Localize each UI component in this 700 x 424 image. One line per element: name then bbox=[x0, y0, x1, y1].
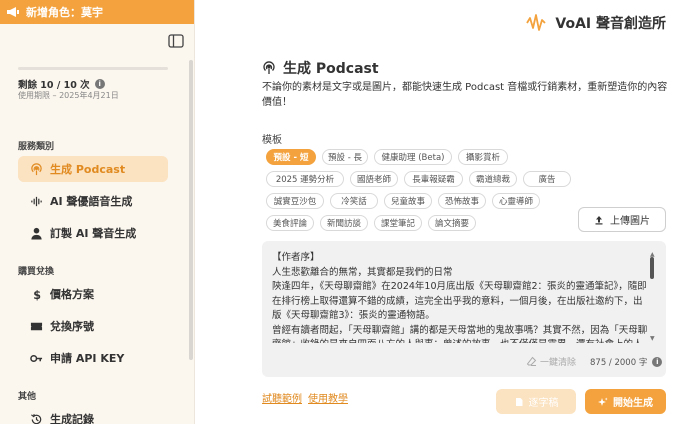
content-line: 人生悲歡離合的無常，其實都是我們的日常 bbox=[272, 266, 453, 278]
tutorial-link[interactable]: 使用教學 bbox=[308, 390, 348, 405]
voai-logo-icon bbox=[526, 14, 547, 31]
page-description: 不論你的素材是文字或是圖片，都能快速生成 Podcast 音檔或行銷素材，重新塑… bbox=[262, 82, 668, 108]
section-label-purchase: 購買兌換 bbox=[18, 267, 55, 277]
upload-image-button[interactable]: 上傳圖片 bbox=[578, 207, 666, 232]
waveform-icon bbox=[31, 196, 42, 206]
clear-text-label: 一鍵清除 bbox=[540, 358, 577, 368]
new-character-label: 新增角色：莫宇 bbox=[26, 6, 103, 19]
section-label-other: 其他 bbox=[18, 392, 37, 402]
history-icon bbox=[31, 413, 42, 424]
template-chip[interactable]: 論文摘要 bbox=[428, 215, 476, 231]
sidebar-item-api-key[interactable]: 申請 API KEY bbox=[18, 345, 168, 371]
ticket-icon bbox=[30, 322, 43, 330]
template-chip[interactable]: 霸道總裁 bbox=[469, 171, 517, 187]
template-chip[interactable]: 兒童故事 bbox=[384, 193, 432, 209]
char-count-text: 875 / 2000 字 bbox=[590, 358, 648, 368]
content-textarea[interactable]: 【作者序】 人生悲歡離合的無常，其實都是我們的日常 陝逢四年，《天母聊齋館》在2… bbox=[262, 241, 666, 377]
sidebar-item-label: 生成 Podcast bbox=[50, 163, 126, 176]
info-icon[interactable]: i bbox=[652, 357, 663, 367]
sidebar-item-label: 生成記錄 bbox=[50, 413, 94, 424]
sidebar-item-label: 價格方案 bbox=[50, 288, 94, 301]
brand-logo[interactable]: VoAI 聲音創造所 bbox=[525, 12, 666, 34]
sidebar-item-label: 兌換序號 bbox=[50, 320, 94, 333]
template-chip[interactable]: 廣告 bbox=[523, 171, 571, 187]
upload-icon bbox=[595, 215, 603, 224]
sidebar-item-label: AI 聲優語音生成 bbox=[50, 195, 133, 208]
template-chip[interactable]: 健康助理 (Beta) bbox=[374, 149, 452, 165]
eraser-icon bbox=[526, 356, 537, 366]
key-icon bbox=[30, 354, 43, 362]
transcript-button[interactable]: 逐字稿 bbox=[496, 389, 576, 414]
podcast-icon bbox=[263, 61, 275, 74]
sidebar-item-label: 申請 API KEY bbox=[50, 352, 125, 365]
template-chip[interactable]: 恐怖故事 bbox=[438, 193, 486, 209]
sidebar: 新增角色：莫宇 剩餘 10 / 10 次 i 使用期限 – 2025年4月21日… bbox=[0, 0, 195, 424]
template-chip[interactable]: 冷笑話 bbox=[330, 193, 378, 209]
sidebar-item-custom-voice[interactable]: 訂製 AI 聲音生成 bbox=[18, 220, 168, 246]
content-line: 曾經有讀者問起，「天母聊齋館」講的都是天母當地的鬼故事嗎？其實不然，因為「天母聊… bbox=[272, 324, 648, 344]
megaphone-icon bbox=[7, 7, 19, 17]
page-title: 生成 Podcast bbox=[262, 58, 379, 78]
svg-text:$: $ bbox=[33, 289, 41, 301]
start-generate-label: 開始生成 bbox=[613, 398, 653, 409]
template-chip[interactable]: 國語老師 bbox=[350, 171, 398, 187]
template-chip[interactable]: 預設 - 短 bbox=[266, 149, 316, 165]
sidebar-item-pricing[interactable]: $ 價格方案 bbox=[18, 281, 168, 307]
template-chip[interactable]: 美食評論 bbox=[266, 215, 314, 231]
transcript-label: 逐字稿 bbox=[528, 398, 559, 409]
template-chip[interactable]: 心靈導師 bbox=[492, 193, 540, 209]
textarea-scrollbar[interactable] bbox=[650, 257, 654, 279]
template-chip[interactable]: 預設 - 長 bbox=[322, 149, 368, 165]
sidebar-item-podcast[interactable]: 生成 Podcast bbox=[18, 156, 168, 182]
clear-text-button[interactable]: 一鍵清除 bbox=[526, 355, 576, 368]
page-title-text: 生成 Podcast bbox=[283, 61, 379, 77]
template-chip[interactable]: 長輩報疑霸 bbox=[404, 171, 463, 187]
sidebar-item-label: 訂製 AI 聲音生成 bbox=[50, 227, 137, 240]
content-line: 【作者序】 bbox=[272, 252, 320, 263]
sidebar-item-voice-generation[interactable]: AI 聲優語音生成 bbox=[18, 188, 168, 214]
sidebar-item-redeem[interactable]: 兌換序號 bbox=[18, 313, 168, 339]
upload-image-label: 上傳圖片 bbox=[610, 216, 650, 227]
brand-name: VoAI 聲音創造所 bbox=[555, 16, 666, 32]
expiry-date: 使用期限 – 2025年4月21日 bbox=[18, 91, 119, 100]
podcast-icon bbox=[31, 162, 42, 175]
start-generate-button[interactable]: 開始生成 bbox=[585, 389, 666, 414]
quota-text: 剩餘 10 / 10 次 i bbox=[18, 77, 105, 91]
template-chip[interactable]: 2025 運勢分析 bbox=[266, 171, 344, 187]
quota-progress-bar bbox=[18, 67, 168, 70]
template-chip[interactable]: 誠實豆沙包 bbox=[266, 193, 324, 209]
dollar-icon: $ bbox=[33, 289, 41, 301]
sparkle-icon bbox=[598, 397, 608, 406]
content-text[interactable]: 【作者序】 人生悲歡離合的無常，其實都是我們的日常 陝逢四年，《天母聊齋館》在2… bbox=[272, 251, 648, 343]
template-label: 模板 bbox=[262, 135, 282, 146]
template-chip[interactable]: 新聞訪談 bbox=[320, 215, 368, 231]
new-character-banner[interactable]: 新增角色：莫宇 bbox=[0, 0, 194, 24]
sidebar-collapse-icon[interactable] bbox=[168, 34, 184, 48]
help-links: 試聽範例 使用教學 bbox=[262, 390, 348, 405]
sidebar-scrollbar[interactable] bbox=[189, 60, 193, 360]
example-link[interactable]: 試聽範例 bbox=[262, 390, 302, 405]
sidebar-item-history[interactable]: 生成記錄 bbox=[18, 406, 168, 424]
textarea-scroll-down[interactable]: ▼ bbox=[650, 335, 655, 342]
info-icon[interactable]: i bbox=[94, 79, 105, 89]
document-icon bbox=[515, 397, 522, 406]
template-chip[interactable]: 課堂筆記 bbox=[374, 215, 422, 231]
user-icon bbox=[31, 227, 42, 240]
section-label-services: 服務類別 bbox=[18, 142, 55, 152]
content-line: 陝逢四年，《天母聊齋館》在2024年10月底出版《天母聊齋館2：張炎的靈通筆記》… bbox=[272, 281, 647, 321]
template-chip[interactable]: 攝影賞析 bbox=[458, 149, 508, 165]
char-count: 875 / 2000 字 i bbox=[590, 356, 663, 368]
quota-label: 剩餘 10 / 10 次 bbox=[18, 80, 90, 91]
